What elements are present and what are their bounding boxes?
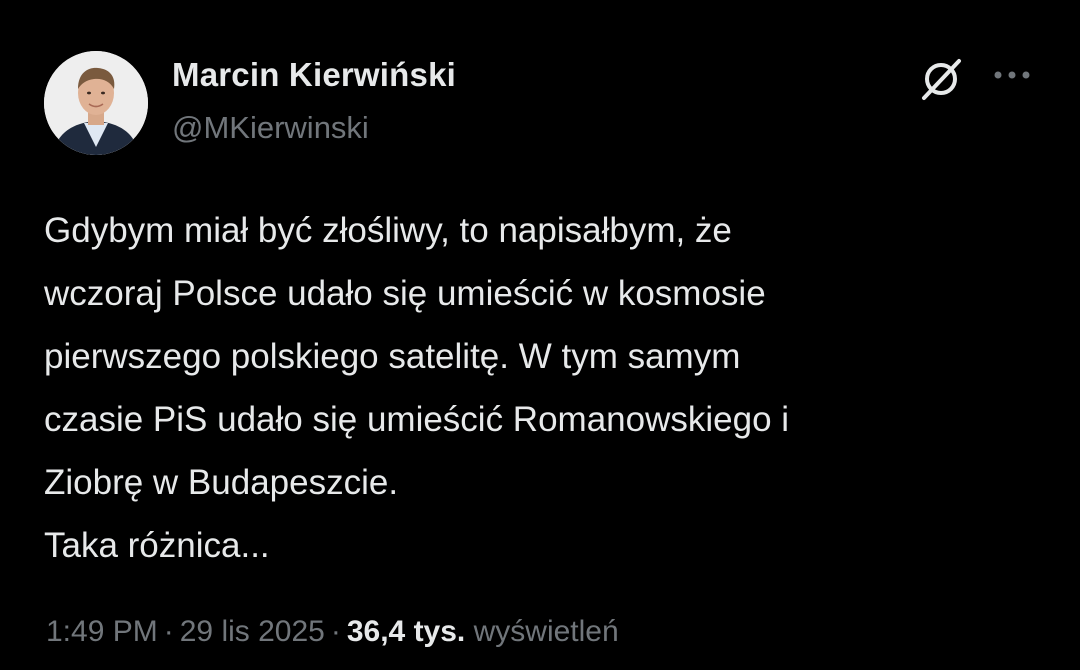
tweet-meta: 1:49 PM · 29 lis 2025 · 36,4 tys. wyświetleń: [46, 615, 619, 649]
tweet-text: Gdybym miał być złośliwy, to napisałbym,…: [44, 199, 1044, 577]
tweet-text-line: pierwszego polskiego satelitę. W tym sam…: [44, 337, 741, 376]
tweet-text-line: Ziobrę w Budapeszcie.: [44, 463, 399, 502]
tweet-text-line: wczoraj Polsce udało się umieścić w kosm…: [44, 274, 766, 313]
tweet-text-line: Taka różnica...: [44, 526, 270, 565]
tweet-date[interactable]: 29 lis 2025: [180, 615, 325, 648]
meta-separator: ·: [330, 615, 341, 648]
tweet-text-line: czasie PiS udało się umieścić Romanowski…: [44, 400, 790, 439]
meta-separator: ·: [163, 615, 174, 648]
grok-icon[interactable]: [916, 54, 966, 104]
author-handle[interactable]: @MKierwinski: [172, 110, 369, 146]
tweet-text-line: Gdybym miał być złośliwy, to napisałbym,…: [44, 211, 732, 250]
tweet-time[interactable]: 1:49 PM: [46, 615, 158, 648]
views-count[interactable]: 36,4 tys.: [347, 615, 465, 648]
more-dots-icon[interactable]: [990, 63, 1034, 87]
author-name[interactable]: Marcin Kierwiński: [172, 56, 456, 94]
tweet-card: Marcin Kierwiński @MKierwinski Gdybym mi…: [0, 0, 1080, 670]
profile-photo-icon: [44, 51, 148, 155]
views-label: wyświetleń: [473, 615, 619, 648]
avatar[interactable]: [44, 51, 148, 155]
